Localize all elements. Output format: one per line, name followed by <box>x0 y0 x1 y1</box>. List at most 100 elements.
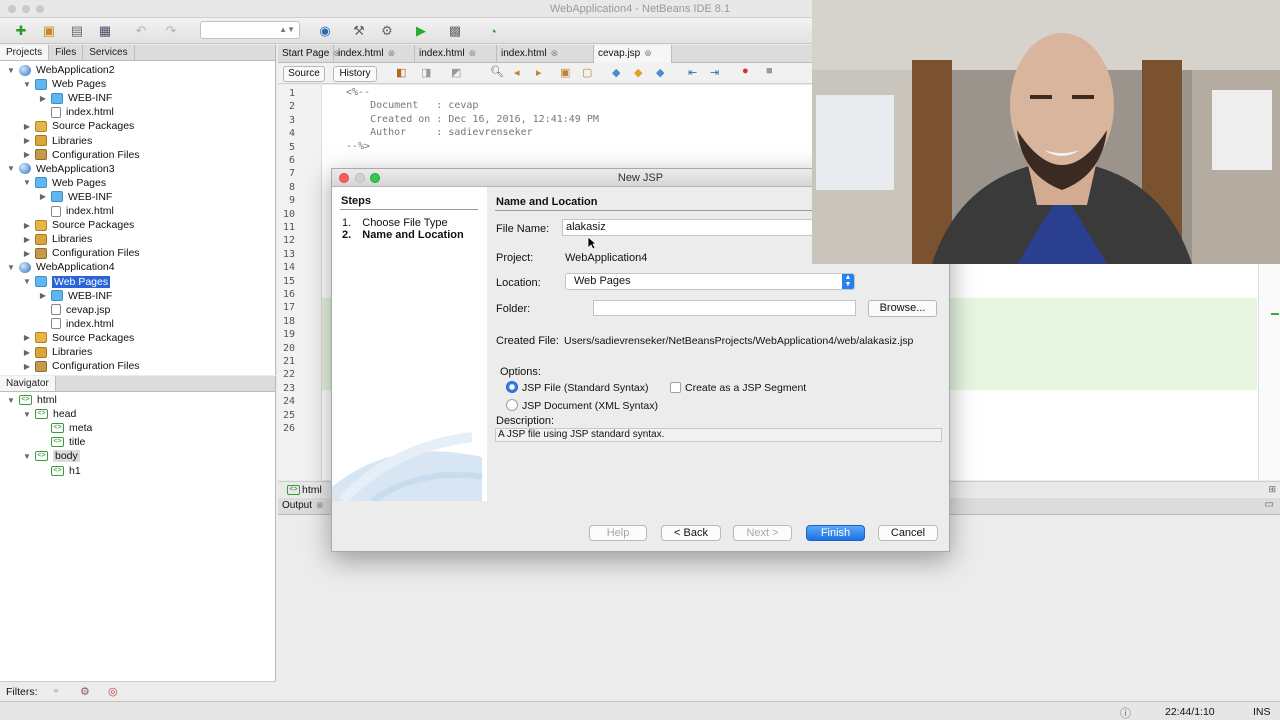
tree-item-web-pages[interactable]: ▼ Web Pages <box>22 77 106 91</box>
tree-item-source-packages[interactable]: ▶ Source Packages <box>22 119 134 133</box>
code-line[interactable]: --%> <box>346 141 370 152</box>
debug-icon[interactable]: ▩ <box>446 22 464 40</box>
radio-jsp-standard[interactable] <box>506 381 518 393</box>
collapse-arrow-icon[interactable]: ▶ <box>38 94 48 103</box>
last-edit-icon[interactable]: ◧ <box>396 66 406 79</box>
back-button[interactable]: < Back <box>661 525 721 541</box>
tree-item-libraries[interactable]: ▶ Libraries <box>22 345 92 359</box>
close-tab-icon[interactable]: ⊗ <box>551 48 559 58</box>
collapse-arrow-icon[interactable]: ▶ <box>22 221 32 230</box>
next-bookmark-icon[interactable]: ◆ <box>634 66 642 79</box>
tree-item-configuration-files[interactable]: ▶ Configuration Files <box>22 246 140 260</box>
clean-build-icon[interactable]: ⚒ <box>350 22 368 40</box>
previous-bookmark-icon[interactable]: ◆ <box>612 66 620 79</box>
forward-icon[interactable]: ◩ <box>451 66 461 79</box>
globe-icon[interactable]: ◉ <box>316 22 334 40</box>
undo-icon[interactable]: ↶ <box>132 22 150 40</box>
find-icon[interactable]: 🔍︎ <box>490 65 504 78</box>
save-all-icon[interactable]: ▦ <box>96 22 114 40</box>
expand-arrow-icon[interactable]: ▼ <box>6 396 16 405</box>
checkbox-jsp-segment-label[interactable]: Create as a JSP Segment <box>685 382 806 394</box>
breadcrumb-html[interactable]: html <box>302 484 322 496</box>
checkbox-jsp-segment[interactable] <box>670 382 681 393</box>
tab-services[interactable]: Services <box>83 45 135 60</box>
collapse-arrow-icon[interactable]: ▶ <box>22 249 32 258</box>
expand-icon[interactable]: ⊞ <box>1268 484 1276 495</box>
radio-jsp-xml-label[interactable]: JSP Document (XML Syntax) <box>522 400 658 412</box>
new-file-icon[interactable]: ✚ <box>12 22 30 40</box>
cancel-button[interactable]: Cancel <box>878 525 938 541</box>
next-button[interactable]: Next > <box>733 525 792 541</box>
start-macro-icon[interactable]: ● <box>742 65 749 77</box>
new-project-icon[interactable]: ▣ <box>40 22 58 40</box>
back-icon[interactable]: ◨ <box>421 66 431 79</box>
expand-arrow-icon[interactable]: ▼ <box>22 452 32 461</box>
folder-input[interactable] <box>593 300 856 316</box>
tree-item-cevap-jsp[interactable]: cevap.jsp <box>38 303 110 317</box>
tree-item-index-html[interactable]: index.html <box>38 317 114 331</box>
tree-item-web-inf[interactable]: ▶ WEB-INF <box>38 289 112 303</box>
help-button[interactable]: Help <box>589 525 647 541</box>
tab-projects[interactable]: Projects <box>0 45 50 60</box>
collapse-arrow-icon[interactable]: ▶ <box>22 136 32 145</box>
editor-tab-index-html[interactable]: index.html ⊗ <box>497 45 594 63</box>
collapse-arrow-icon[interactable]: ▶ <box>22 235 32 244</box>
code-line[interactable]: <%-- <box>346 87 370 98</box>
tree-item-index-html[interactable]: index.html <box>38 105 114 119</box>
code-line[interactable]: Author : sadievrenseker <box>346 127 533 138</box>
expand-arrow-icon[interactable]: ▼ <box>6 164 16 173</box>
filter-static-icon[interactable]: ◎ <box>108 685 118 698</box>
tree-item-configuration-files[interactable]: ▶ Configuration Files <box>22 148 140 162</box>
nav-node-h1[interactable]: <> h1 <box>38 464 81 478</box>
tree-item-webapplication4[interactable]: ▼ WebApplication4 <box>6 260 115 274</box>
collapse-arrow-icon[interactable]: ▶ <box>38 291 48 300</box>
tree-item-web-pages[interactable]: ▼ Web Pages <box>22 275 111 289</box>
filter-inherited-icon[interactable]: ⚙ <box>80 685 90 698</box>
nav-node-title[interactable]: <> title <box>38 435 85 449</box>
collapse-arrow-icon[interactable]: ▶ <box>22 333 32 342</box>
tree-item-webapplication3[interactable]: ▼ WebApplication3 <box>6 162 115 176</box>
radio-jsp-xml[interactable] <box>506 399 518 411</box>
tree-item-web-inf[interactable]: ▶ WEB-INF <box>38 190 112 204</box>
code-line[interactable]: Created on : Dec 16, 2016, 12:41:49 PM <box>346 114 599 125</box>
expand-arrow-icon[interactable]: ▼ <box>6 263 16 272</box>
close-output-icon[interactable]: ⊗ <box>316 500 324 511</box>
open-project-icon[interactable]: ▤ <box>68 22 86 40</box>
close-tab-icon[interactable]: ⊗ <box>469 48 477 58</box>
expand-arrow-icon[interactable]: ▼ <box>22 277 32 286</box>
tab-output[interactable]: Output <box>282 500 312 511</box>
shift-left-icon[interactable]: ⇤ <box>688 66 697 79</box>
radio-jsp-standard-label[interactable]: JSP File (Standard Syntax) <box>522 382 648 394</box>
run-icon[interactable]: ▶ <box>412 22 430 40</box>
minimize-output-icon[interactable]: ▭ <box>1265 499 1274 510</box>
tree-item-webapplication2[interactable]: ▼ WebApplication2 <box>6 63 115 77</box>
history-button[interactable]: History <box>333 66 377 82</box>
collapse-arrow-icon[interactable]: ▶ <box>22 348 32 357</box>
stop-macro-icon[interactable]: ■ <box>766 65 773 77</box>
location-select[interactable]: Web Pages ▲ ▼ <box>565 273 855 290</box>
notifications-icon[interactable]: ⓘ <box>1120 705 1131 720</box>
shift-right-icon[interactable]: ⇥ <box>710 66 719 79</box>
expand-arrow-icon[interactable]: ▼ <box>6 66 16 75</box>
tree-item-web-inf[interactable]: ▶ WEB-INF <box>38 91 112 105</box>
expand-arrow-icon[interactable]: ▼ <box>22 178 32 187</box>
editor-tab-index-html[interactable]: index.html ⊗ <box>415 45 497 63</box>
tree-item-source-packages[interactable]: ▶ Source Packages <box>22 218 134 232</box>
collapse-arrow-icon[interactable]: ▶ <box>22 362 32 371</box>
tab-navigator[interactable]: Navigator <box>0 376 56 391</box>
nav-node-body[interactable]: ▼ <> body <box>22 449 80 463</box>
collapse-arrow-icon[interactable]: ▶ <box>38 192 48 201</box>
tree-item-source-packages[interactable]: ▶ Source Packages <box>22 331 134 345</box>
browse-button[interactable]: Browse... <box>868 300 937 317</box>
editor-tab-cevap-jsp[interactable]: cevap.jsp ⊗ <box>594 45 672 63</box>
build-icon[interactable]: ⚙ <box>378 22 396 40</box>
find-next-icon[interactable]: ▸ <box>536 66 542 79</box>
tree-item-libraries[interactable]: ▶ Libraries <box>22 232 92 246</box>
close-tab-icon[interactable]: ⊗ <box>644 48 652 58</box>
tree-item-configuration-files[interactable]: ▶ Configuration Files <box>22 359 140 373</box>
nav-node-head[interactable]: ▼ <> head <box>22 407 76 421</box>
nav-node-meta[interactable]: <> meta <box>38 421 92 435</box>
tree-item-index-html[interactable]: index.html <box>38 204 114 218</box>
toggle-bookmark-icon[interactable]: ◆ <box>656 66 664 79</box>
find-previous-icon[interactable]: ◂ <box>514 66 520 79</box>
